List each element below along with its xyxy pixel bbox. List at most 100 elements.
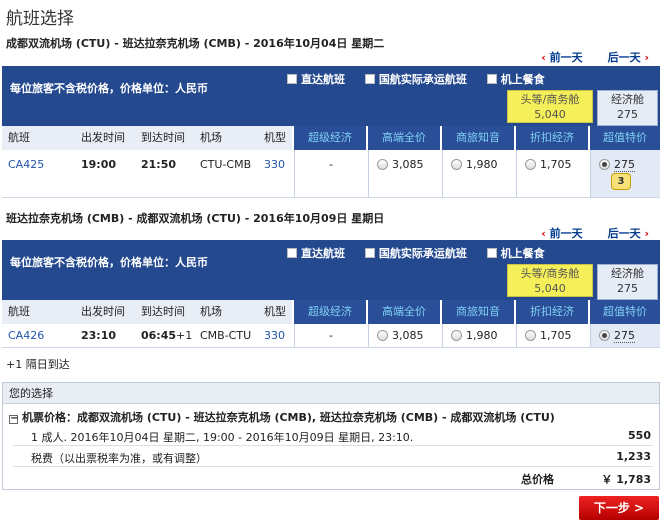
fare-option-business-traveler[interactable]: 1,980: [451, 158, 498, 171]
radio-button[interactable]: [377, 159, 388, 170]
radio-button-selected[interactable]: [599, 330, 610, 341]
return-header-bar: 每位旅客不含税价格，价格单位：人民币 直达航班 国航实际承运航班 机上餐食 头等…: [2, 240, 660, 300]
fare-option-special[interactable]: 275: [599, 329, 635, 343]
filter-label: 国航实际承运航班: [378, 247, 467, 260]
fare-cell-special: 275: [590, 324, 660, 347]
cabin-tab-economy[interactable]: 经济舱 275: [597, 264, 658, 300]
col-header-aircraft: 机型: [264, 305, 286, 318]
checkbox[interactable]: [364, 74, 375, 84]
fare-amount: 3,085: [392, 158, 424, 171]
radio-button-selected[interactable]: [599, 159, 610, 170]
tax-line: 税费（以出票税率为准，或有调整） 1,233: [3, 450, 659, 466]
fare-option-discount[interactable]: 1,705: [525, 158, 572, 171]
fare-option-discount[interactable]: 1,705: [525, 329, 572, 342]
fare-header-business-traveler: 商旅知音: [442, 300, 514, 324]
cabin-label: 头等/商务舱: [520, 93, 580, 106]
outbound-route-title: 成都双流机场 (CTU) - 班达拉奈克机场 (CMB) - 2016年10月0…: [6, 37, 385, 50]
cabin-price: 275: [617, 108, 638, 121]
total-label: 总价格: [521, 473, 554, 486]
fare-amount: 1,980: [466, 158, 498, 171]
cabin-price: 275: [617, 282, 638, 295]
fare-unavailable: -: [329, 158, 333, 171]
fare-cell-business-traveler: 1,980: [442, 150, 516, 197]
summary-title: 您的选择: [3, 383, 659, 404]
radio-button[interactable]: [451, 330, 462, 341]
fare-cell-business-traveler: 1,980: [442, 324, 516, 347]
col-header-arrive: 到达时间: [141, 305, 185, 318]
fare-header-business-traveler: 商旅知音: [442, 126, 514, 150]
chevron-left-icon: ‹: [541, 51, 550, 64]
return-filters: 直达航班 国航实际承运航班 机上餐食: [287, 245, 561, 261]
fare-header-full-price: 高端全价: [368, 300, 440, 324]
filter-direct[interactable]: 直达航班: [287, 73, 345, 86]
next-day-arrival-note: +1 隔日到达: [6, 358, 70, 371]
aircraft-type: 330: [264, 158, 285, 171]
passenger-amount: 550: [628, 429, 651, 442]
checkbox[interactable]: [364, 248, 375, 258]
fare-option-business-traveler[interactable]: 1,980: [451, 329, 498, 342]
airport-code: CTU-CMB: [200, 158, 252, 171]
flight-number-link[interactable]: CA426: [8, 329, 44, 342]
fare-option-full-price[interactable]: 3,085: [377, 158, 424, 171]
col-header-airport: 机场: [200, 305, 222, 318]
tax-label: 税费（以出票税率为准，或有调整）: [31, 452, 207, 465]
col-header-depart: 出发时间: [81, 131, 125, 144]
cabin-tab-economy[interactable]: 经济舱 275: [597, 90, 658, 126]
airport-code: CMB-CTU: [200, 329, 252, 342]
outbound-filters: 直达航班 国航实际承运航班 机上餐食: [287, 71, 561, 87]
outbound-flight-panel: 每位旅客不含税价格，价格单位：人民币 直达航班 国航实际承运航班 机上餐食 头等…: [2, 66, 660, 198]
selection-summary: 您的选择 − 机票价格：成都双流机场 (CTU) - 班达拉奈克机场 (CMB),…: [2, 382, 660, 490]
flight-number-link[interactable]: CA425: [8, 158, 44, 171]
checkbox[interactable]: [287, 74, 297, 84]
radio-button[interactable]: [377, 330, 388, 341]
filter-meal[interactable]: 机上餐食: [486, 73, 545, 86]
fare-cell-super-economy: -: [294, 324, 368, 347]
col-header-depart: 出发时间: [81, 305, 125, 318]
radio-button[interactable]: [451, 159, 462, 170]
cabin-label: 头等/商务舱: [520, 267, 580, 280]
return-flight-panel: 每位旅客不含税价格，价格单位：人民币 直达航班 国航实际承运航班 机上餐食 头等…: [2, 240, 660, 348]
checkbox[interactable]: [287, 248, 297, 258]
arrive-time-group: 06:45+1: [141, 329, 192, 342]
outbound-prev-day-link[interactable]: 前一天: [550, 51, 583, 64]
fare-cell-special: 275 3: [590, 150, 660, 197]
return-route-title: 班达拉奈克机场 (CMB) - 成都双流机场 (CTU) - 2016年10月0…: [6, 212, 385, 225]
filter-label: 直达航班: [301, 247, 345, 260]
ticket-price-line: − 机票价格：成都双流机场 (CTU) - 班达拉奈克机场 (CMB), 班达拉奈…: [9, 409, 663, 425]
seats-remaining-badge: 3: [611, 173, 631, 190]
fare-header-super-economy: 超级经济: [294, 300, 366, 324]
checkbox[interactable]: [486, 248, 497, 258]
divider: [13, 445, 653, 446]
collapse-icon[interactable]: −: [9, 414, 18, 424]
fare-option-special[interactable]: 275: [599, 158, 635, 172]
filter-air-china-operated[interactable]: 国航实际承运航班: [364, 73, 467, 86]
outbound-next-day-link[interactable]: 后一天: [608, 51, 641, 64]
filter-direct[interactable]: 直达航班: [287, 247, 345, 260]
fare-amount: 3,085: [392, 329, 424, 342]
fare-option-full-price[interactable]: 3,085: [377, 329, 424, 342]
fare-amount: 275: [614, 329, 635, 343]
chevron-left-icon: ‹: [541, 227, 550, 240]
col-header-aircraft: 机型: [264, 131, 286, 144]
fare-cell-full-price: 3,085: [368, 324, 442, 347]
depart-time: 19:00: [81, 158, 117, 171]
radio-button[interactable]: [525, 159, 536, 170]
radio-button[interactable]: [525, 330, 536, 341]
ticket-route-text: 机票价格：成都双流机场 (CTU) - 班达拉奈克机场 (CMB), 班达拉奈克…: [22, 411, 555, 424]
fare-header-special: 超值特价: [590, 300, 660, 324]
next-step-button[interactable]: 下一步 >: [579, 496, 659, 520]
outbound-header-bar: 每位旅客不含税价格，价格单位：人民币 直达航班 国航实际承运航班 机上餐食 头等…: [2, 66, 660, 126]
filter-meal[interactable]: 机上餐食: [486, 247, 545, 260]
fare-amount: 275: [614, 158, 635, 172]
cabin-tab-first-business[interactable]: 头等/商务舱 5,040: [507, 90, 593, 123]
return-next-day-link[interactable]: 后一天: [608, 227, 641, 240]
cabin-tab-first-business[interactable]: 头等/商务舱 5,040: [507, 264, 593, 297]
total-amount: ￥ 1,783: [601, 473, 651, 486]
page-title: 航班选择: [6, 9, 74, 29]
depart-time: 23:10: [81, 329, 117, 342]
fare-cell-discount: 1,705: [516, 150, 590, 197]
next-day-suffix: +1: [176, 329, 193, 342]
filter-air-china-operated[interactable]: 国航实际承运航班: [364, 247, 467, 260]
return-prev-day-link[interactable]: 前一天: [550, 227, 583, 240]
checkbox[interactable]: [486, 74, 497, 84]
